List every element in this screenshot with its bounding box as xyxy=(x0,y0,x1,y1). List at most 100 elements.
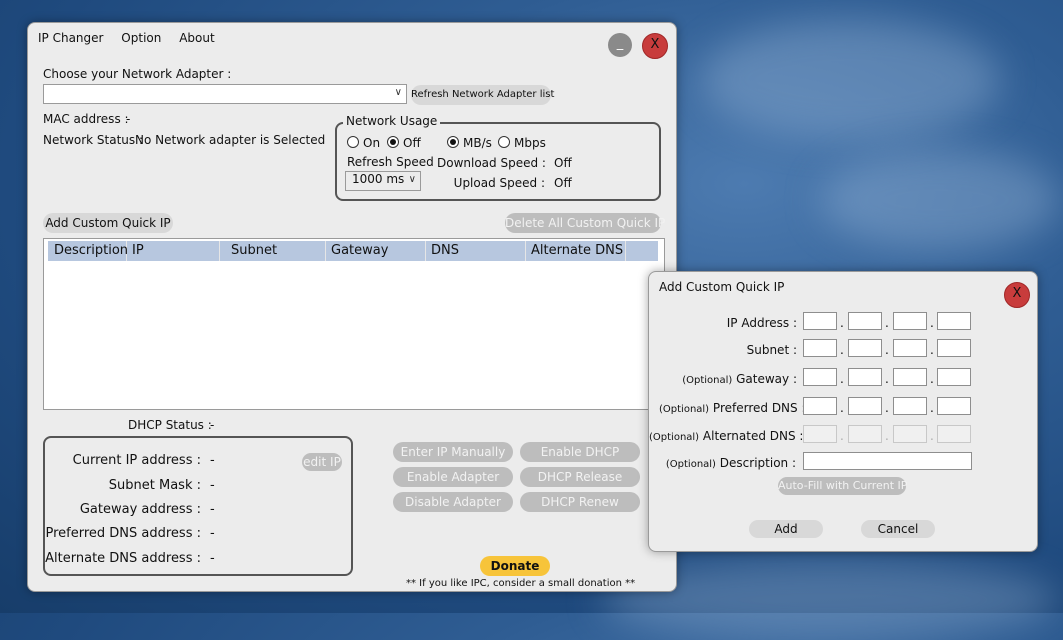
column-gateway[interactable]: Gateway xyxy=(325,241,426,261)
alt-dns-octet-4[interactable] xyxy=(937,425,971,443)
edit-ip-button[interactable]: edit IP xyxy=(302,453,342,471)
download-speed-label: Download Speed : xyxy=(437,156,546,170)
pref-dns-label: Preferred DNS : xyxy=(712,401,806,415)
ip-octet-3[interactable] xyxy=(893,312,927,330)
preferred-dns-label: Preferred DNS address : xyxy=(45,526,201,541)
alt-dns-octet-3[interactable] xyxy=(893,425,927,443)
gateway-optional: (Optional) xyxy=(682,375,733,386)
subnet-octet-3[interactable] xyxy=(893,339,927,357)
disable-adapter-button[interactable]: Disable Adapter xyxy=(393,492,513,512)
upload-speed-value: Off xyxy=(554,176,572,190)
octet-dot: . xyxy=(930,429,934,443)
subnet-octet-4[interactable] xyxy=(937,339,971,357)
current-ip-info-group: Current IP address : - Subnet Mask : - G… xyxy=(43,436,353,576)
subnet-octet-2[interactable] xyxy=(848,339,882,357)
dialog-close-button[interactable]: X xyxy=(1004,282,1030,308)
current-ip-value: - xyxy=(210,453,215,468)
desc-label: Description : xyxy=(719,456,796,470)
ip-octet-4[interactable] xyxy=(937,312,971,330)
menu-option[interactable]: Option xyxy=(121,31,161,45)
quick-ip-table[interactable]: Description IP Subnet Gateway DNS Altern… xyxy=(43,238,665,410)
refresh-speed-select[interactable]: 1000 ms ∨ xyxy=(345,171,421,191)
pref-dns-octet-2[interactable] xyxy=(848,397,882,415)
column-subnet[interactable]: Subnet xyxy=(225,241,326,261)
enable-dhcp-button[interactable]: Enable DHCP xyxy=(520,442,640,462)
chevron-down-icon: ∨ xyxy=(408,174,416,185)
alternate-dns-label: Alternate DNS address : xyxy=(45,551,201,566)
column-dns[interactable]: DNS xyxy=(425,241,526,261)
network-usage-title: Network Usage xyxy=(343,114,441,128)
menu-ip-changer[interactable]: IP Changer xyxy=(38,31,103,45)
octet-dot: . xyxy=(840,372,844,386)
delete-all-quick-ip-button[interactable]: Delete All Custom Quick IP xyxy=(505,213,665,233)
subnet-mask-value: - xyxy=(210,478,215,493)
dhcp-status-label: DHCP Status : xyxy=(128,418,212,432)
octet-dot: . xyxy=(885,316,889,330)
alt-dns-optional: (Optional) xyxy=(649,432,700,443)
upload-speed-label: Upload Speed : xyxy=(453,176,545,190)
usage-on-option[interactable]: On xyxy=(347,136,380,150)
column-description[interactable]: Description xyxy=(48,241,128,261)
mac-value: - xyxy=(126,112,131,126)
usage-off-label: Off xyxy=(403,136,421,150)
add-button[interactable]: Add xyxy=(749,520,823,538)
pref-dns-octet-3[interactable] xyxy=(893,397,927,415)
gateway-label: Gateway : xyxy=(736,372,797,386)
dhcp-status-value: - xyxy=(210,418,215,432)
description-input[interactable] xyxy=(803,452,972,470)
cancel-button[interactable]: Cancel xyxy=(861,520,935,538)
enable-adapter-button[interactable]: Enable Adapter xyxy=(393,467,513,487)
alt-dns-octet-1[interactable] xyxy=(803,425,837,443)
network-status-value: No Network adapter is Selected xyxy=(135,133,326,147)
octet-dot: . xyxy=(930,372,934,386)
current-ip-label: Current IP address : xyxy=(72,453,201,468)
enter-ip-manually-button[interactable]: Enter IP Manually xyxy=(393,442,513,462)
octet-dot: . xyxy=(885,401,889,415)
dhcp-release-button[interactable]: DHCP Release xyxy=(520,467,640,487)
subnet-octet-1[interactable] xyxy=(803,339,837,357)
usage-off-option[interactable]: Off xyxy=(387,136,421,150)
menu-about[interactable]: About xyxy=(179,31,214,45)
pref-dns-octet-4[interactable] xyxy=(937,397,971,415)
usage-on-label: On xyxy=(363,136,381,150)
octet-dot: . xyxy=(930,343,934,357)
alt-dns-octet-2[interactable] xyxy=(848,425,882,443)
adapter-select[interactable]: ∨ xyxy=(43,84,407,104)
dialog-title: Add Custom Quick IP xyxy=(659,280,785,294)
octet-dot: . xyxy=(885,372,889,386)
desc-label-row: (Optional) Description : xyxy=(649,456,796,470)
refresh-adapter-button[interactable]: Refresh Network Adapter list xyxy=(411,85,554,105)
add-custom-quick-ip-button[interactable]: Add Custom Quick IP xyxy=(43,213,173,233)
column-ip[interactable]: IP xyxy=(126,241,220,261)
menu-bar: IP Changer Option About xyxy=(38,31,229,45)
column-alternate-dns[interactable]: Alternate DNS xyxy=(525,241,626,261)
desc-optional: (Optional) xyxy=(665,459,716,470)
unit-mbs-option[interactable]: MB/s xyxy=(447,136,492,150)
donate-note: ** If you like IPC, consider a small don… xyxy=(406,578,636,589)
autofill-current-ip-button[interactable]: Auto-Fill with Current IP xyxy=(778,477,907,495)
ip-octet-2[interactable] xyxy=(848,312,882,330)
dhcp-renew-button[interactable]: DHCP Renew xyxy=(520,492,640,512)
alternate-dns-value: - xyxy=(210,551,215,566)
network-status-label: Network Status : xyxy=(43,133,144,147)
octet-dot: . xyxy=(840,343,844,357)
gateway-octet-1[interactable] xyxy=(803,368,837,386)
radio-selected-icon xyxy=(387,136,399,148)
network-usage-group: Network Usage On Off MB/s Mbps Refresh S… xyxy=(335,114,661,201)
refresh-speed-value: 1000 ms xyxy=(352,172,405,186)
unit-mbps-option[interactable]: Mbps xyxy=(498,136,546,150)
ip-octet-1[interactable] xyxy=(803,312,837,330)
minimize-button[interactable]: _ xyxy=(608,33,632,57)
unit-mbs-label: MB/s xyxy=(463,136,492,150)
octet-dot: . xyxy=(840,401,844,415)
close-button[interactable]: X xyxy=(642,33,668,59)
gateway-octet-3[interactable] xyxy=(893,368,927,386)
pref-dns-octet-1[interactable] xyxy=(803,397,837,415)
table-header: Description IP Subnet Gateway DNS Altern… xyxy=(48,241,658,261)
gateway-octet-4[interactable] xyxy=(937,368,971,386)
gateway-octet-2[interactable] xyxy=(848,368,882,386)
gateway-label-row: (Optional) Gateway : xyxy=(659,372,797,386)
subnet-mask-label: Subnet Mask : xyxy=(108,478,201,493)
radio-selected-icon xyxy=(447,136,459,148)
donate-button[interactable]: Donate xyxy=(480,556,550,576)
